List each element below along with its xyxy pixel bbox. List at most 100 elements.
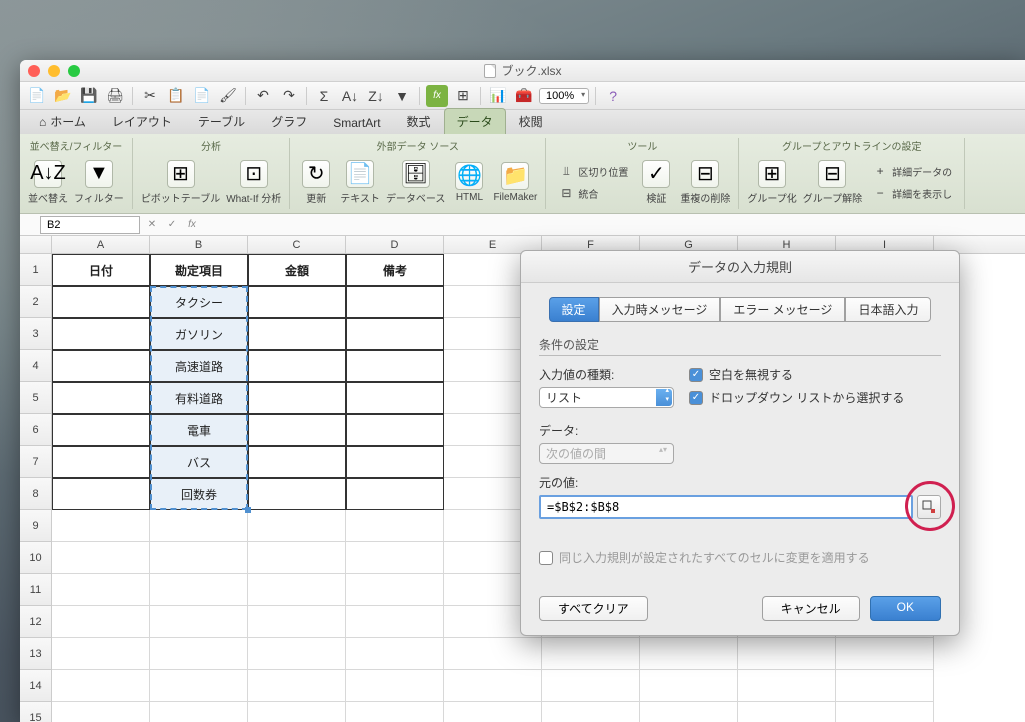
row-header-12[interactable]: 12 [20, 606, 52, 638]
cell-B2[interactable]: タクシー [150, 286, 248, 318]
cell-A11[interactable] [52, 574, 150, 606]
col-header-C[interactable]: C [248, 236, 346, 253]
cell-D3[interactable] [346, 318, 444, 350]
tab-chart[interactable]: グラフ [258, 108, 320, 134]
copy-icon[interactable]: 📋 [165, 85, 187, 107]
cell-F14[interactable] [542, 670, 640, 702]
cell-G14[interactable] [640, 670, 738, 702]
cancel-button[interactable]: キャンセル [762, 596, 860, 621]
tab-smartart[interactable]: SmartArt [320, 111, 393, 134]
cell-A8[interactable] [52, 478, 150, 510]
selection-handle[interactable] [245, 507, 251, 513]
cell-G15[interactable] [640, 702, 738, 722]
cell-I14[interactable] [836, 670, 934, 702]
pivot-button[interactable]: ⊞ピボットテーブル [141, 160, 220, 205]
cell-C4[interactable] [248, 350, 346, 382]
cell-C2[interactable] [248, 286, 346, 318]
cell-D1[interactable]: 備考 [346, 254, 444, 286]
text-button[interactable]: 📄テキスト [340, 160, 380, 205]
cell-E14[interactable] [444, 670, 542, 702]
row-header-1[interactable]: 1 [20, 254, 52, 286]
cell-D15[interactable] [346, 702, 444, 722]
row-header-11[interactable]: 11 [20, 574, 52, 606]
cell-C6[interactable] [248, 414, 346, 446]
ignore-blank-checkbox[interactable]: ✓ 空白を無視する [689, 366, 941, 383]
row-header-13[interactable]: 13 [20, 638, 52, 670]
save-icon[interactable]: 💾 [78, 85, 100, 107]
cell-F15[interactable] [542, 702, 640, 722]
cell-D9[interactable] [346, 510, 444, 542]
confirm-fx-icon[interactable]: ✓ [164, 217, 180, 233]
cell-G13[interactable] [640, 638, 738, 670]
tab-formula[interactable]: 数式 [394, 108, 444, 134]
open-icon[interactable]: 📂 [52, 85, 74, 107]
group-button[interactable]: ⊞グループ化 [747, 160, 796, 205]
select-all-corner[interactable] [20, 236, 52, 253]
new-icon[interactable]: 📄 [26, 85, 48, 107]
cell-B8[interactable]: 回数券 [150, 478, 248, 510]
cell-C15[interactable] [248, 702, 346, 722]
cell-A3[interactable] [52, 318, 150, 350]
cell-B15[interactable] [150, 702, 248, 722]
cut-icon[interactable]: ✂ [139, 85, 161, 107]
cell-C13[interactable] [248, 638, 346, 670]
cell-C5[interactable] [248, 382, 346, 414]
cell-B7[interactable]: バス [150, 446, 248, 478]
seg-ime[interactable]: 日本語入力 [845, 297, 931, 322]
row-header-7[interactable]: 7 [20, 446, 52, 478]
ok-button[interactable]: OK [870, 596, 941, 621]
cell-B6[interactable]: 電車 [150, 414, 248, 446]
fx-icon[interactable]: fx [184, 217, 200, 233]
seg-error-msg[interactable]: エラー メッセージ [720, 297, 845, 322]
cell-H15[interactable] [738, 702, 836, 722]
col-header-D[interactable]: D [346, 236, 444, 253]
cell-D7[interactable] [346, 446, 444, 478]
database-button[interactable]: 🗄データベース [386, 160, 446, 205]
cell-D10[interactable] [346, 542, 444, 574]
sort-az-icon[interactable]: A↓ [339, 85, 361, 107]
cell-C9[interactable] [248, 510, 346, 542]
cell-B5[interactable]: 有料道路 [150, 382, 248, 414]
cell-C8[interactable] [248, 478, 346, 510]
undo-icon[interactable]: ↶ [252, 85, 274, 107]
cell-D12[interactable] [346, 606, 444, 638]
consolidate-button[interactable]: ⊟統合 [554, 183, 632, 203]
source-input[interactable] [539, 495, 913, 519]
cell-D5[interactable] [346, 382, 444, 414]
row-header-4[interactable]: 4 [20, 350, 52, 382]
refresh-button[interactable]: ↻更新 [298, 160, 334, 205]
row-header-14[interactable]: 14 [20, 670, 52, 702]
whatif-button[interactable]: ⊡What-If 分析 [226, 160, 281, 205]
maximize-button[interactable] [68, 65, 80, 77]
cell-E15[interactable] [444, 702, 542, 722]
cell-B12[interactable] [150, 606, 248, 638]
redo-icon[interactable]: ↷ [278, 85, 300, 107]
row-header-8[interactable]: 8 [20, 478, 52, 510]
cell-C3[interactable] [248, 318, 346, 350]
detail-show-button[interactable]: −詳細を表示し [868, 183, 956, 203]
sort-za-icon[interactable]: Z↓ [365, 85, 387, 107]
format-painter-icon[interactable]: 🖌 [217, 85, 239, 107]
print-icon[interactable]: 🖨 [104, 85, 126, 107]
filter-button[interactable]: ▼フィルター [74, 160, 124, 205]
row-header-9[interactable]: 9 [20, 510, 52, 542]
type-select[interactable]: リスト [539, 387, 674, 408]
cell-D6[interactable] [346, 414, 444, 446]
cell-C14[interactable] [248, 670, 346, 702]
row-header-6[interactable]: 6 [20, 414, 52, 446]
name-box[interactable]: B2 [40, 216, 140, 234]
html-button[interactable]: 🌐HTML [451, 162, 487, 203]
validate-button[interactable]: ✓検証 [638, 160, 674, 205]
cell-C11[interactable] [248, 574, 346, 606]
cell-B11[interactable] [150, 574, 248, 606]
cell-D14[interactable] [346, 670, 444, 702]
show-formulas-icon[interactable]: ⊞ [452, 85, 474, 107]
seg-input-msg[interactable]: 入力時メッセージ [599, 297, 721, 322]
tab-data[interactable]: データ [444, 108, 506, 134]
cell-D13[interactable] [346, 638, 444, 670]
cell-B4[interactable]: 高速道路 [150, 350, 248, 382]
cell-C7[interactable] [248, 446, 346, 478]
tab-home[interactable]: ⌂ホーム [26, 108, 99, 134]
clear-all-button[interactable]: すべてクリア [539, 596, 648, 621]
cell-B10[interactable] [150, 542, 248, 574]
